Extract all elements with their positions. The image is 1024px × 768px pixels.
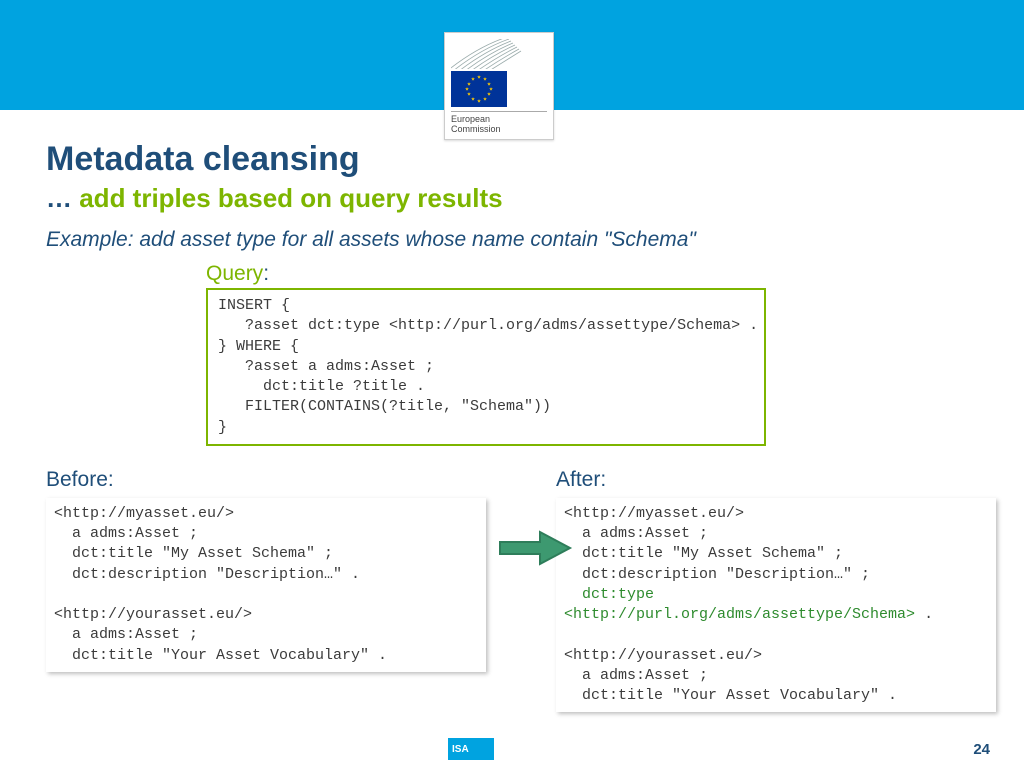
isa-badge: ISA [448,738,494,760]
header-bar: European Commission [0,0,1024,110]
query-label: Query: [206,262,978,286]
query-code-block: INSERT { ?asset dct:type <http://purl.or… [206,288,766,446]
after-label: After: [556,468,996,492]
page-number: 24 [973,741,990,758]
before-code-block: <http://myasset.eu/> a adms:Asset ; dct:… [46,498,486,672]
before-label: Before: [46,468,486,492]
slide-content: Metadata cleansing … add triples based o… [0,110,1024,712]
eu-flag-icon [451,71,507,107]
slide-title: Metadata cleansing [46,140,978,179]
slide-subtitle: … add triples based on query results [46,183,978,214]
after-code-block: <http://myasset.eu/> a adms:Asset ; dct:… [556,498,996,713]
arrow-right-icon [496,528,576,573]
footer: ISA 24 [0,738,1024,760]
example-text: Example: add asset type for all assets w… [46,228,978,252]
